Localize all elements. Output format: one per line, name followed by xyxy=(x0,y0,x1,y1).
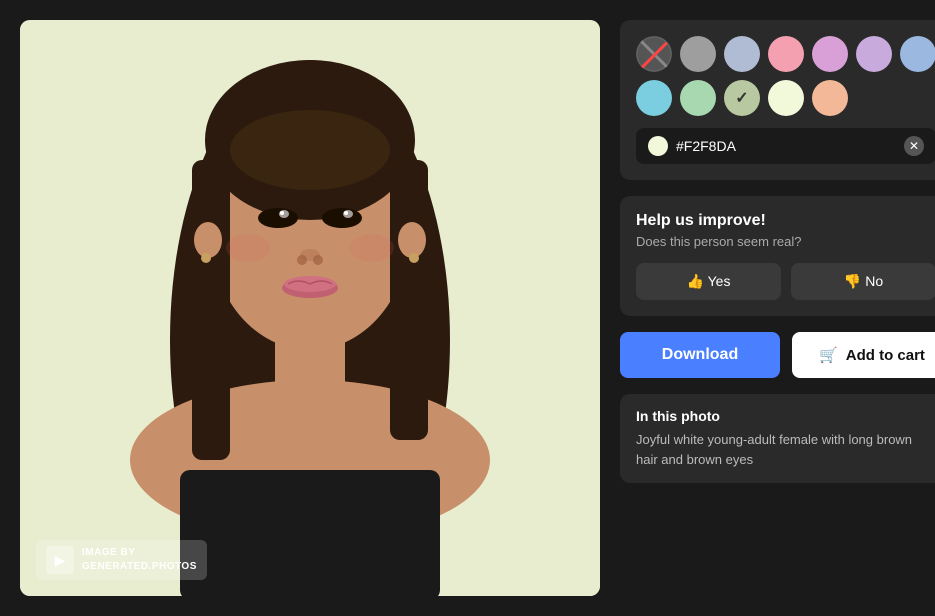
description-text: Joyful white young-adult female with lon… xyxy=(636,430,935,469)
color-section: ✕ xyxy=(620,20,935,180)
description-label: In this photo xyxy=(636,408,935,424)
watermark-text: IMAGE BY GENERATED.PHOTOS xyxy=(82,546,197,574)
feedback-title: Help us improve! xyxy=(636,212,935,230)
add-to-cart-button[interactable]: 🛒 Add to cart xyxy=(792,332,935,378)
yes-button[interactable]: 👍 Yes xyxy=(636,263,781,300)
color-swatch-gray[interactable] xyxy=(680,36,716,72)
feedback-buttons: 👍 Yes 👎 No xyxy=(636,263,935,300)
color-preview-dot xyxy=(648,136,668,156)
no-button[interactable]: 👎 No xyxy=(791,263,935,300)
color-swatch-none[interactable] xyxy=(636,36,672,72)
color-swatch-cream[interactable] xyxy=(768,80,804,116)
cart-icon: 🛒 xyxy=(819,346,838,364)
color-swatch-lavender[interactable] xyxy=(812,36,848,72)
color-swatch-light-blue[interactable] xyxy=(900,36,935,72)
color-input-row: ✕ xyxy=(636,128,935,164)
portrait-image xyxy=(20,20,600,596)
color-swatch-light-purple[interactable] xyxy=(856,36,892,72)
watermark: ▶ IMAGE BY GENERATED.PHOTOS xyxy=(36,540,207,580)
download-button[interactable]: Download xyxy=(620,332,780,378)
color-clear-button[interactable]: ✕ xyxy=(904,136,924,156)
color-swatch-mint[interactable] xyxy=(680,80,716,116)
watermark-icon: ▶ xyxy=(46,546,74,574)
feedback-question: Does this person seem real? xyxy=(636,234,935,249)
photo-panel: ▶ IMAGE BY GENERATED.PHOTOS xyxy=(20,20,600,596)
action-buttons: Download 🛒 Add to cart xyxy=(620,332,935,378)
color-hex-input[interactable] xyxy=(676,138,896,154)
feedback-section: Help us improve! Does this person seem r… xyxy=(620,196,935,316)
color-swatch-peach[interactable] xyxy=(812,80,848,116)
color-swatch-sky-blue[interactable] xyxy=(636,80,672,116)
main-container: ▶ IMAGE BY GENERATED.PHOTOS xyxy=(0,0,935,616)
cart-label: Add to cart xyxy=(846,347,925,364)
color-grid xyxy=(636,36,935,116)
color-swatch-olive[interactable] xyxy=(724,80,760,116)
color-swatch-pink[interactable] xyxy=(768,36,804,72)
right-panel: ✕ Help us improve! Does this person seem… xyxy=(620,20,935,596)
description-section: In this photo Joyful white young-adult f… xyxy=(620,394,935,483)
color-swatch-blue-gray[interactable] xyxy=(724,36,760,72)
